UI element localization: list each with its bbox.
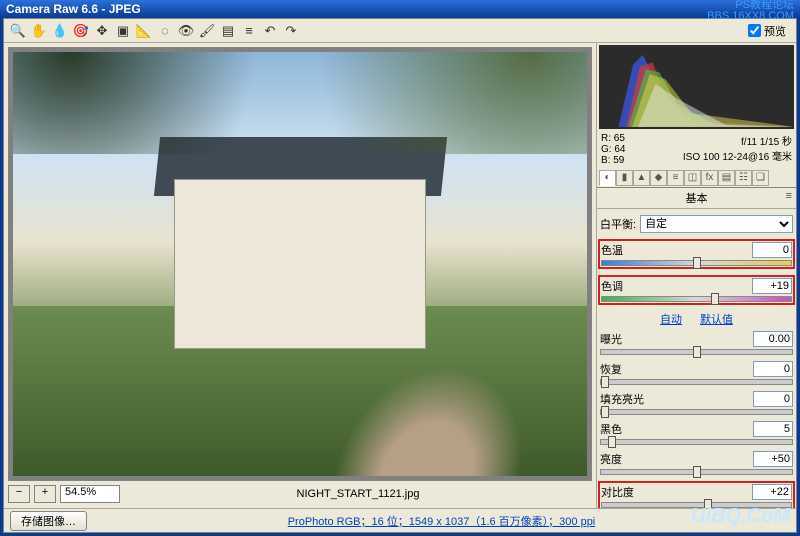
zoom-in-button[interactable]: + bbox=[34, 485, 56, 503]
default-link[interactable]: 默认值 bbox=[700, 311, 733, 327]
hand-icon[interactable]: ✋ bbox=[29, 21, 49, 41]
slider-temp-label: 色温 bbox=[601, 242, 623, 258]
preview-check-input[interactable] bbox=[748, 24, 761, 37]
wb-label: 白平衡: bbox=[600, 216, 636, 232]
rotate-cw-icon[interactable]: ↷ bbox=[281, 21, 301, 41]
image-canvas[interactable] bbox=[8, 47, 592, 481]
slider-tint-label: 色调 bbox=[601, 278, 623, 294]
crop-icon[interactable]: ▣ bbox=[113, 21, 133, 41]
slider-exposure-thumb[interactable] bbox=[693, 346, 701, 358]
wb-eyedropper-icon[interactable]: 💧 bbox=[50, 21, 70, 41]
readout-g: G: 64 bbox=[601, 144, 625, 155]
right-panel: R: 65 G: 64 B: 59 f/11 1/15 秒 ISO 100 12… bbox=[596, 43, 796, 508]
slider-bright-track[interactable] bbox=[600, 469, 793, 475]
auto-link[interactable]: 自动 bbox=[660, 311, 682, 327]
tab-hsl-icon[interactable]: ◆ bbox=[650, 170, 667, 186]
tab-split-icon[interactable]: ≡ bbox=[667, 170, 684, 186]
slider-exposure-track[interactable] bbox=[600, 349, 793, 355]
slider-black-track[interactable] bbox=[600, 439, 793, 445]
zoom-out-button[interactable]: − bbox=[8, 485, 30, 503]
slider-black: 黑色 5 bbox=[600, 421, 793, 445]
slider-recovery-label: 恢复 bbox=[600, 361, 622, 377]
tab-detail-icon[interactable]: ▲ bbox=[633, 170, 650, 186]
readout-r: R: 65 bbox=[601, 133, 625, 144]
zoom-bar: − + 54.5% NIGHT_START_1121.jpg bbox=[8, 484, 592, 504]
target-adjust-icon[interactable]: ✥ bbox=[92, 21, 112, 41]
brush-icon[interactable]: 🖌 bbox=[197, 21, 217, 41]
tab-preset-icon[interactable]: ☷ bbox=[735, 170, 752, 186]
slider-tint-track[interactable] bbox=[601, 296, 792, 302]
readout-iso: ISO 100 12-24@16 毫米 bbox=[683, 148, 792, 163]
slider-recovery: 恢复 0 bbox=[600, 361, 793, 385]
tab-calib-icon[interactable]: ▤ bbox=[718, 170, 735, 186]
app-frame: 🔍 ✋ 💧 🎯 ✥ ▣ 📐 ◌ 👁 🖌 ▤ ≡ ↶ ↷ 预览 bbox=[3, 18, 797, 533]
slider-temp-thumb[interactable] bbox=[693, 257, 701, 269]
info-readout: R: 65 G: 64 B: 59 f/11 1/15 秒 ISO 100 12… bbox=[597, 131, 796, 168]
slider-fill-label: 填充亮光 bbox=[600, 391, 644, 407]
readout-exposure: f/11 1/15 秒 bbox=[683, 133, 792, 148]
prefs-icon[interactable]: ≡ bbox=[239, 21, 259, 41]
main-area: − + 54.5% NIGHT_START_1121.jpg R: 65 bbox=[4, 43, 796, 508]
zoom-icon[interactable]: 🔍 bbox=[8, 21, 28, 41]
slider-temp-track[interactable] bbox=[601, 260, 792, 266]
tab-snapshot-icon[interactable]: ❏ bbox=[752, 170, 769, 186]
panel-tabs: ◐ ▮ ▲ ◆ ≡ ◫ fx ▤ ☷ ❏ bbox=[597, 170, 796, 188]
footer: 存储图像… ProPhoto RGB；16 位；1549 x 1037（1.6 … bbox=[4, 508, 796, 532]
slider-contrast-label: 对比度 bbox=[601, 484, 634, 500]
slider-fill-thumb[interactable] bbox=[601, 406, 609, 418]
wb-select[interactable]: 自定 bbox=[640, 215, 793, 233]
slider-tint: 色调 +19 bbox=[598, 275, 795, 305]
slider-tint-thumb[interactable] bbox=[711, 293, 719, 305]
preview-pane: − + 54.5% NIGHT_START_1121.jpg bbox=[4, 43, 596, 508]
slider-tint-value[interactable]: +19 bbox=[752, 278, 792, 294]
slider-exposure-label: 曝光 bbox=[600, 331, 622, 347]
slider-black-value[interactable]: 5 bbox=[753, 421, 793, 437]
watermark-bottom: UiBQ.CoM bbox=[691, 505, 790, 528]
watermark-top: PS教程论坛 BBS.16XX8.COM bbox=[707, 0, 794, 22]
redeye-icon[interactable]: 👁 bbox=[176, 21, 196, 41]
tab-fx-icon[interactable]: fx bbox=[701, 170, 718, 186]
spot-icon[interactable]: ◌ bbox=[155, 21, 175, 41]
slider-black-thumb[interactable] bbox=[608, 436, 616, 448]
slider-recovery-thumb[interactable] bbox=[601, 376, 609, 388]
tab-basic-icon[interactable]: ◐ bbox=[599, 170, 616, 186]
filename-label: NIGHT_START_1121.jpg bbox=[124, 488, 592, 500]
slider-contrast-value[interactable]: +22 bbox=[752, 484, 792, 500]
panel-title: 基本 bbox=[597, 188, 796, 209]
slider-fill-track[interactable] bbox=[600, 409, 793, 415]
histogram[interactable] bbox=[599, 45, 794, 129]
zoom-select[interactable]: 54.5% bbox=[60, 485, 120, 503]
slider-recovery-track[interactable] bbox=[600, 379, 793, 385]
tab-lens-icon[interactable]: ◫ bbox=[684, 170, 701, 186]
slider-fill: 填充亮光 0 bbox=[600, 391, 793, 415]
slider-fill-value[interactable]: 0 bbox=[753, 391, 793, 407]
slider-bright-label: 亮度 bbox=[600, 451, 622, 467]
straighten-icon[interactable]: 📐 bbox=[134, 21, 154, 41]
slider-exposure: 曝光 0.00 bbox=[600, 331, 793, 355]
toolbar: 🔍 ✋ 💧 🎯 ✥ ▣ 📐 ◌ 👁 🖌 ▤ ≡ ↶ ↷ 预览 bbox=[4, 19, 796, 43]
slider-temp: 色温 0 bbox=[598, 239, 795, 269]
slider-temp-value[interactable]: 0 bbox=[752, 242, 792, 258]
slider-black-label: 黑色 bbox=[600, 421, 622, 437]
slider-bright: 亮度 +50 bbox=[600, 451, 793, 475]
slider-bright-thumb[interactable] bbox=[693, 466, 701, 478]
title-bar: Camera Raw 6.6 - JPEG bbox=[0, 0, 800, 18]
readout-b: B: 59 bbox=[601, 155, 625, 166]
window-title: Camera Raw 6.6 - JPEG bbox=[6, 2, 141, 16]
color-sampler-icon[interactable]: 🎯 bbox=[71, 21, 91, 41]
preview-checkbox[interactable]: 预览 bbox=[748, 23, 786, 39]
slider-recovery-value[interactable]: 0 bbox=[753, 361, 793, 377]
tab-curve-icon[interactable]: ▮ bbox=[616, 170, 633, 186]
slider-bright-value[interactable]: +50 bbox=[753, 451, 793, 467]
rotate-ccw-icon[interactable]: ↶ bbox=[260, 21, 280, 41]
save-image-button[interactable]: 存储图像… bbox=[10, 511, 87, 531]
preview-label: 预览 bbox=[764, 23, 786, 39]
grad-icon[interactable]: ▤ bbox=[218, 21, 238, 41]
basic-panel: 白平衡: 自定 色温 0 色调 +19 自动 默认值 bbox=[597, 209, 796, 508]
slider-contrast: 对比度 +22 bbox=[598, 481, 795, 508]
workflow-link[interactable]: ProPhoto RGB；16 位；1549 x 1037（1.6 百万像素）；… bbox=[93, 513, 790, 529]
slider-exposure-value[interactable]: 0.00 bbox=[753, 331, 793, 347]
